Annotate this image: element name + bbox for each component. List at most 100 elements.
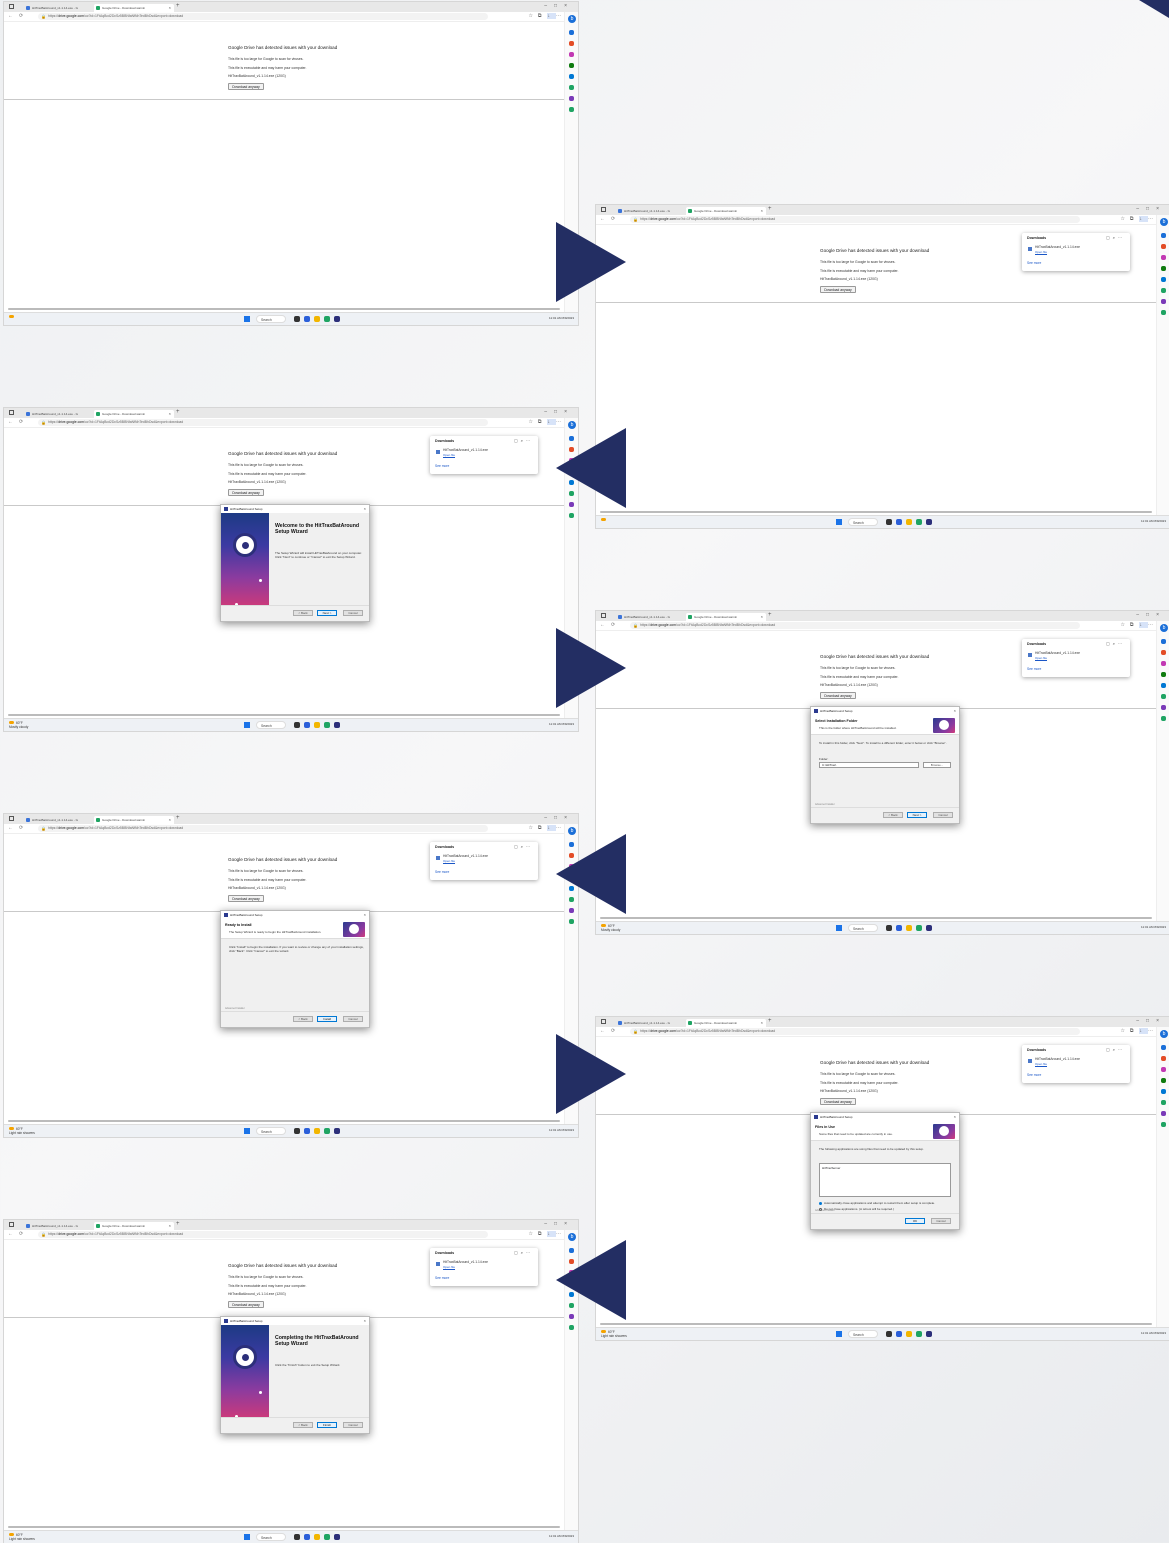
close-icon[interactable]: × <box>954 707 956 715</box>
taskbar-app-icon[interactable] <box>906 519 912 525</box>
downloads-panel-actions[interactable]: ▢⌕⋯ <box>514 844 533 849</box>
url-field[interactable]: 🔒 https://drive.google.com/uc?id=1FtAqBcd… <box>38 825 488 832</box>
tab-actions-icon[interactable] <box>9 410 14 415</box>
url-field[interactable]: 🔒 https://drive.google.com/uc?id=1FtAqBcd… <box>38 419 488 426</box>
taskbar-app-icon[interactable] <box>896 1331 902 1337</box>
sidebar-app-icon[interactable] <box>1161 288 1166 293</box>
sidebar-app-icon[interactable] <box>1161 1111 1166 1116</box>
start-icon[interactable] <box>836 519 842 525</box>
open-file-link[interactable]: Open file <box>1035 250 1047 254</box>
start-icon[interactable] <box>244 1534 250 1540</box>
weather-widget[interactable] <box>9 315 16 319</box>
browser-tab[interactable]: Google Drive - Download warnin × <box>686 1019 766 1027</box>
taskbar-app-icon[interactable] <box>304 722 310 728</box>
see-more-link[interactable]: See more <box>435 870 449 874</box>
download-file-name[interactable]: HitTraxBatAround_v1.1.14.exe <box>443 448 488 452</box>
file-link[interactable]: HitTraxBatAround_v1.1.14.exe (120G) <box>228 480 286 484</box>
sidebar-app-icon[interactable] <box>1161 1089 1166 1094</box>
radio-close-apps[interactable]: Automatically close applications and att… <box>819 1201 935 1205</box>
taskbar-app-icon[interactable] <box>324 1128 330 1134</box>
back-button[interactable]: < Back <box>293 1422 313 1428</box>
sidebar-app-icon[interactable] <box>1161 1100 1166 1105</box>
sidebar-app-icon[interactable] <box>1161 672 1166 677</box>
sidebar-app-icon[interactable] <box>1161 1078 1166 1083</box>
tab-close-icon[interactable]: × <box>169 816 171 824</box>
taskbar-app-icon[interactable] <box>334 722 340 728</box>
file-link[interactable]: HitTraxBatAround_v1.1.14.exe (120G) <box>228 1292 286 1296</box>
browser-tab[interactable]: HitTraxBatAround_v1.1.14.exe - G× <box>616 1019 696 1027</box>
taskbar-search[interactable]: Search <box>256 315 286 323</box>
browser-tab[interactable]: HitTraxBatAround_v1.1.14.exe - G× <box>24 816 104 824</box>
back-button[interactable]: < Back <box>293 1016 313 1022</box>
horizontal-scrollbar[interactable] <box>8 1526 560 1528</box>
toolbar-icons[interactable]: ☆⧉↓⋯ <box>1120 216 1158 222</box>
sidebar-app-icon[interactable] <box>569 74 574 79</box>
weather-widget[interactable]: 60°F Light rain showers <box>9 1533 35 1541</box>
sidebar-app-icon[interactable] <box>569 85 574 90</box>
toolbar-icons[interactable]: ☆⧉↓⋯ <box>528 1231 566 1237</box>
close-icon[interactable]: × <box>364 505 366 513</box>
url-field[interactable]: 🔒 https://drive.google.com/uc?id=1FtAqBcd… <box>38 13 488 20</box>
sidebar-app-icon[interactable] <box>1161 650 1166 655</box>
nav-buttons[interactable]: ←⟳ <box>8 419 29 425</box>
weather-widget[interactable]: 60°F Mostly cloudy <box>9 721 28 729</box>
taskbar-search[interactable]: Search <box>848 1330 878 1338</box>
tab-close-icon[interactable]: × <box>761 613 763 621</box>
tab-actions-icon[interactable] <box>601 613 606 618</box>
open-file-link[interactable]: Open file <box>443 453 455 457</box>
downloads-panel-actions[interactable]: ▢⌕⋯ <box>1106 235 1125 240</box>
download-file-name[interactable]: HitTraxBatAround_v1.1.14.exe <box>443 1260 488 1264</box>
tab-close-icon[interactable]: × <box>761 1019 763 1027</box>
taskbar-app-icon[interactable] <box>926 925 932 931</box>
nav-buttons[interactable]: ←⟳ <box>8 825 29 831</box>
file-link[interactable]: HitTraxBatAround_v1.1.14.exe (120G) <box>820 1089 878 1093</box>
taskbar-app-icon[interactable] <box>916 519 922 525</box>
file-name[interactable]: HitTraxBatAround_v1.1.14.exe <box>820 683 866 687</box>
primary-button[interactable]: Next > <box>317 610 337 616</box>
taskbar-app-icon[interactable] <box>314 316 320 322</box>
nav-buttons[interactable]: ←⟳ <box>8 1231 29 1237</box>
sidebar-app-icon[interactable] <box>1161 299 1166 304</box>
taskbar-app-icon[interactable] <box>294 1534 300 1540</box>
downloads-icon[interactable]: ↓ <box>1138 216 1148 222</box>
download-file-name[interactable]: HitTraxBatAround_v1.1.14.exe <box>1035 1057 1080 1061</box>
weather-widget[interactable] <box>601 518 608 522</box>
window-controls[interactable]: –□× <box>544 409 574 415</box>
system-tray[interactable]: 11:01 AM 8/9/2023 <box>549 316 574 320</box>
taskbar-app-icon[interactable] <box>314 1534 320 1540</box>
browser-tab[interactable]: Google Drive - Download warnin × <box>94 410 174 418</box>
download-anyway-button[interactable]: Download anyway <box>228 489 264 496</box>
browser-tab[interactable]: HitTraxBatAround_v1.1.14.exe - G× <box>24 4 104 12</box>
sidebar-app-icon[interactable] <box>569 96 574 101</box>
taskbar-app-icon[interactable] <box>314 722 320 728</box>
downloads-panel-actions[interactable]: ▢⌕⋯ <box>1106 641 1125 646</box>
toolbar-icons[interactable]: ☆⧉↓⋯ <box>528 13 566 19</box>
download-anyway-button[interactable]: Download anyway <box>820 286 856 293</box>
system-tray[interactable]: 11:01 AM 8/9/2023 <box>549 722 574 726</box>
browser-tab[interactable]: Google Drive - Download warnin × <box>94 1222 174 1230</box>
tab-actions-icon[interactable] <box>9 1222 14 1227</box>
open-file-link[interactable]: Open file <box>443 1265 455 1269</box>
taskbar-search[interactable]: Search <box>256 1533 286 1541</box>
see-more-link[interactable]: See more <box>1027 1073 1041 1077</box>
taskbar-app-icon[interactable] <box>294 722 300 728</box>
file-link[interactable]: HitTraxBatAround_v1.1.14.exe (120G) <box>820 277 878 281</box>
new-tab-icon[interactable]: + <box>176 3 180 9</box>
start-icon[interactable] <box>244 722 250 728</box>
new-tab-icon[interactable]: + <box>176 815 180 821</box>
taskbar-app-icon[interactable] <box>324 1534 330 1540</box>
close-icon[interactable]: × <box>364 1317 366 1325</box>
file-name[interactable]: HitTraxBatAround_v1.1.14.exe <box>228 480 274 484</box>
toolbar-icons[interactable]: ☆⧉↓⋯ <box>528 825 566 831</box>
taskbar-app-icon[interactable] <box>926 1331 932 1337</box>
tab-close-icon[interactable]: × <box>169 4 171 12</box>
application-item[interactable]: HitTraxServer <box>822 1166 948 1170</box>
taskbar-app-icon[interactable] <box>334 1534 340 1540</box>
sidebar-app-icon[interactable] <box>569 1325 574 1330</box>
nav-buttons[interactable]: ←⟳ <box>8 13 29 19</box>
horizontal-scrollbar[interactable] <box>8 714 560 716</box>
bing-icon[interactable]: b <box>1160 1030 1168 1038</box>
file-name[interactable]: HitTraxBatAround_v1.1.14.exe <box>228 1292 274 1296</box>
file-link[interactable]: HitTraxBatAround_v1.1.14.exe (120G) <box>228 74 286 78</box>
cancel-button[interactable]: Cancel <box>343 1016 363 1022</box>
